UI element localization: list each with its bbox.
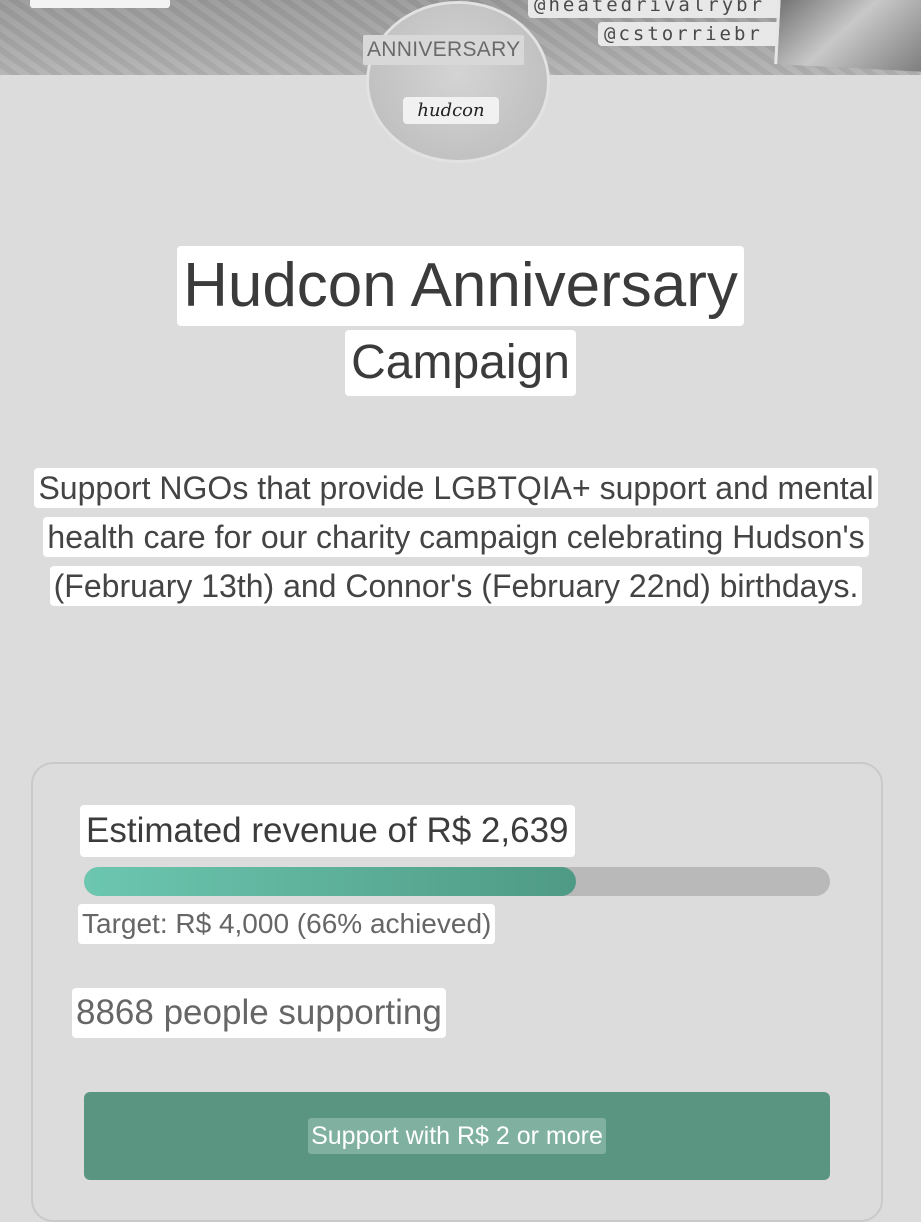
campaign-description: Support NGOs that provide LGBTQIA+ suppo…: [30, 464, 882, 611]
title-line-2: Campaign: [345, 330, 576, 396]
support-button-label: Support with R$ 2 or more: [308, 1118, 606, 1154]
supporters-count: 8868 people supporting: [72, 988, 446, 1038]
support-button[interactable]: Support with R$ 2 or more: [84, 1092, 830, 1180]
page-title: Hudcon Anniversary Campaign: [0, 246, 921, 396]
banner-photo: [774, 0, 921, 72]
progress-bar: [84, 867, 830, 896]
avatar-signature-logo: hudcon: [403, 97, 499, 124]
avatar-label: ANNIVERSARY: [363, 35, 525, 65]
banner-sticker: [30, 0, 170, 8]
target-text: Target: R$ 4,000 (66% achieved): [78, 904, 496, 944]
handle-cstorriebr: @cstorriebr: [598, 22, 784, 46]
handle-heatedrivalrybr: @heatedrivalrybr: [528, 0, 784, 18]
description-text: Support NGOs that provide LGBTQIA+ suppo…: [34, 468, 878, 606]
progress-bar-fill: [84, 867, 577, 896]
campaign-avatar: [369, 4, 547, 160]
title-line-1: Hudcon Anniversary: [177, 246, 744, 326]
revenue-text: Estimated revenue of R$ 2,639: [80, 805, 575, 857]
